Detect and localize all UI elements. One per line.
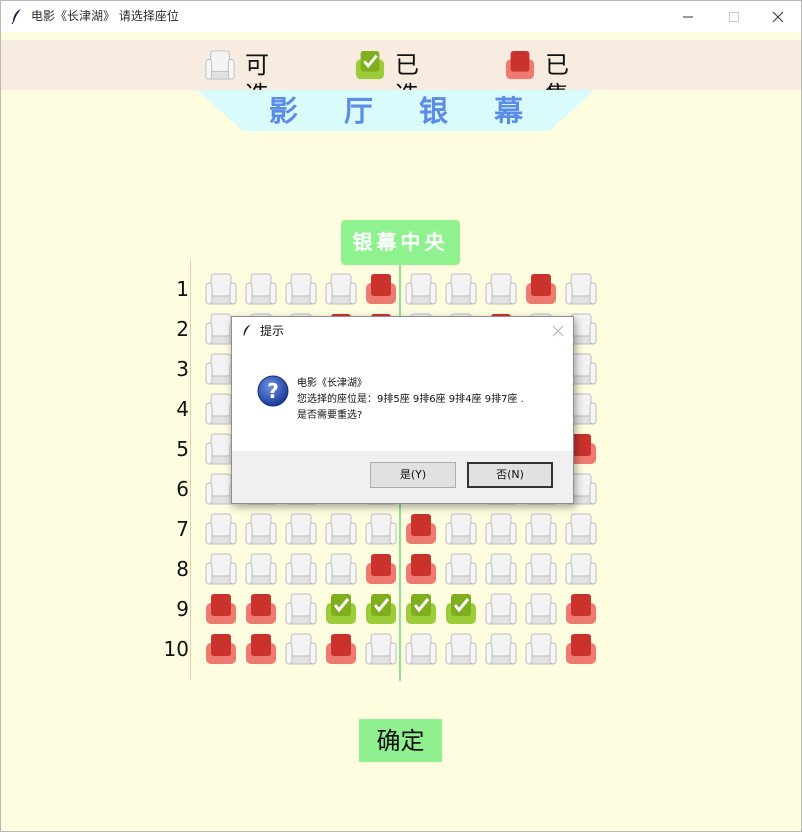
confirm-button[interactable]: 确定 xyxy=(359,719,442,762)
minimize-icon xyxy=(683,16,693,18)
close-button[interactable] xyxy=(755,1,801,32)
dialog-no-button[interactable]: 否(N) xyxy=(467,462,553,488)
row-number-divider xyxy=(190,260,191,680)
seat-selected[interactable] xyxy=(365,593,397,625)
close-icon xyxy=(772,11,784,23)
seat-sold[interactable] xyxy=(245,633,277,665)
seat-available[interactable] xyxy=(405,633,437,665)
seat-sold[interactable] xyxy=(245,593,277,625)
question-icon: ? xyxy=(257,375,289,407)
seat-sold[interactable] xyxy=(205,593,237,625)
seat-available[interactable] xyxy=(365,513,397,545)
row-number: 9 xyxy=(176,597,189,621)
seat-sold[interactable] xyxy=(405,553,437,585)
seat-selected[interactable] xyxy=(445,593,477,625)
seat-sold[interactable] xyxy=(325,633,357,665)
seat-available[interactable] xyxy=(325,273,357,305)
seat-available[interactable] xyxy=(565,513,597,545)
seat-sold[interactable] xyxy=(205,633,237,665)
seat-sold[interactable] xyxy=(365,273,397,305)
title-bar[interactable]: 电影《长津湖》 请选择座位 xyxy=(1,1,801,32)
seat-sold[interactable] xyxy=(565,633,597,665)
svg-text:?: ? xyxy=(267,379,279,403)
seat-available[interactable] xyxy=(285,513,317,545)
seat-available[interactable] xyxy=(565,553,597,585)
seat-available[interactable] xyxy=(485,553,517,585)
seat-available[interactable] xyxy=(325,513,357,545)
seat-available[interactable] xyxy=(205,273,237,305)
screen-center-label: 银幕中央 xyxy=(341,220,460,265)
row-number: 5 xyxy=(176,437,189,461)
row-number: 6 xyxy=(176,477,189,501)
seat-available[interactable] xyxy=(245,553,277,585)
seat-available[interactable] xyxy=(485,593,517,625)
seat-selected[interactable] xyxy=(405,593,437,625)
available-seat-icon xyxy=(205,50,235,80)
dialog-close-icon[interactable] xyxy=(550,323,566,339)
seat-available[interactable] xyxy=(525,513,557,545)
seat-available[interactable] xyxy=(485,633,517,665)
seat-available[interactable] xyxy=(445,553,477,585)
row-number: 2 xyxy=(176,317,189,341)
row-number: 4 xyxy=(176,397,189,421)
dialog-yes-button[interactable]: 是(Y) xyxy=(370,462,456,488)
seat-available[interactable] xyxy=(285,273,317,305)
dialog-message-line2: 您选择的座位是：9排5座 9排6座 9排4座 9排7座 . xyxy=(297,394,524,405)
seat-available[interactable] xyxy=(325,553,357,585)
seat-available[interactable] xyxy=(285,553,317,585)
seat-available[interactable] xyxy=(245,513,277,545)
seat-available[interactable] xyxy=(565,273,597,305)
selected-seat-icon xyxy=(355,50,385,80)
seat-available[interactable] xyxy=(205,553,237,585)
maximize-button[interactable] xyxy=(711,1,757,32)
seat-available[interactable] xyxy=(365,633,397,665)
seat-sold[interactable] xyxy=(365,553,397,585)
seat-selected[interactable] xyxy=(325,593,357,625)
legend-sold: 已售 xyxy=(505,50,569,109)
seat-available[interactable] xyxy=(445,513,477,545)
legend-selected: 已选 xyxy=(355,50,419,109)
seat-legend: 可选 已选 已售 xyxy=(1,40,801,109)
feather-icon xyxy=(243,324,251,336)
seat-available[interactable] xyxy=(485,513,517,545)
dialog-title: 提示 xyxy=(260,324,285,338)
seat-available[interactable] xyxy=(285,633,317,665)
legend-available: 可选 xyxy=(205,50,269,109)
seat-available[interactable] xyxy=(525,633,557,665)
seat-available[interactable] xyxy=(485,273,517,305)
feather-icon xyxy=(11,9,21,24)
seat-available[interactable] xyxy=(525,593,557,625)
row-number: 3 xyxy=(176,357,189,381)
seat-available[interactable] xyxy=(445,273,477,305)
seat-available[interactable] xyxy=(445,633,477,665)
screen-title: 影 厅 银 幕 xyxy=(268,94,542,128)
cinema-screen: 影 厅 银 幕 xyxy=(197,90,595,131)
seat-sold[interactable] xyxy=(565,593,597,625)
seat-sold[interactable] xyxy=(405,513,437,545)
seat-available[interactable] xyxy=(285,593,317,625)
window-title: 电影《长津湖》 请选择座位 xyxy=(31,9,179,23)
dialog-message-line3: 是否需要重选? xyxy=(297,410,363,421)
seat-available[interactable] xyxy=(245,273,277,305)
dialog-footer: 是(Y) 否(N) xyxy=(232,451,573,503)
row-number: 10 xyxy=(163,637,189,661)
row-number: 7 xyxy=(176,517,189,541)
main-window: 电影《长津湖》 请选择座位 可选 已选 xyxy=(0,0,802,832)
minimize-button[interactable] xyxy=(665,1,711,32)
row-number: 1 xyxy=(176,277,189,301)
maximize-icon xyxy=(729,12,739,22)
row-number: 8 xyxy=(176,557,189,581)
sold-seat-icon xyxy=(505,50,535,80)
seat-available[interactable] xyxy=(525,553,557,585)
seat-available[interactable] xyxy=(205,513,237,545)
seat-available[interactable] xyxy=(405,273,437,305)
confirm-dialog: 提示 ? 电影《长津湖》 您选择的座位是：9排5座 9排6座 9排4座 9排7座… xyxy=(231,316,574,504)
dialog-message-line1: 电影《长津湖》 xyxy=(297,378,367,389)
seat-sold[interactable] xyxy=(525,273,557,305)
